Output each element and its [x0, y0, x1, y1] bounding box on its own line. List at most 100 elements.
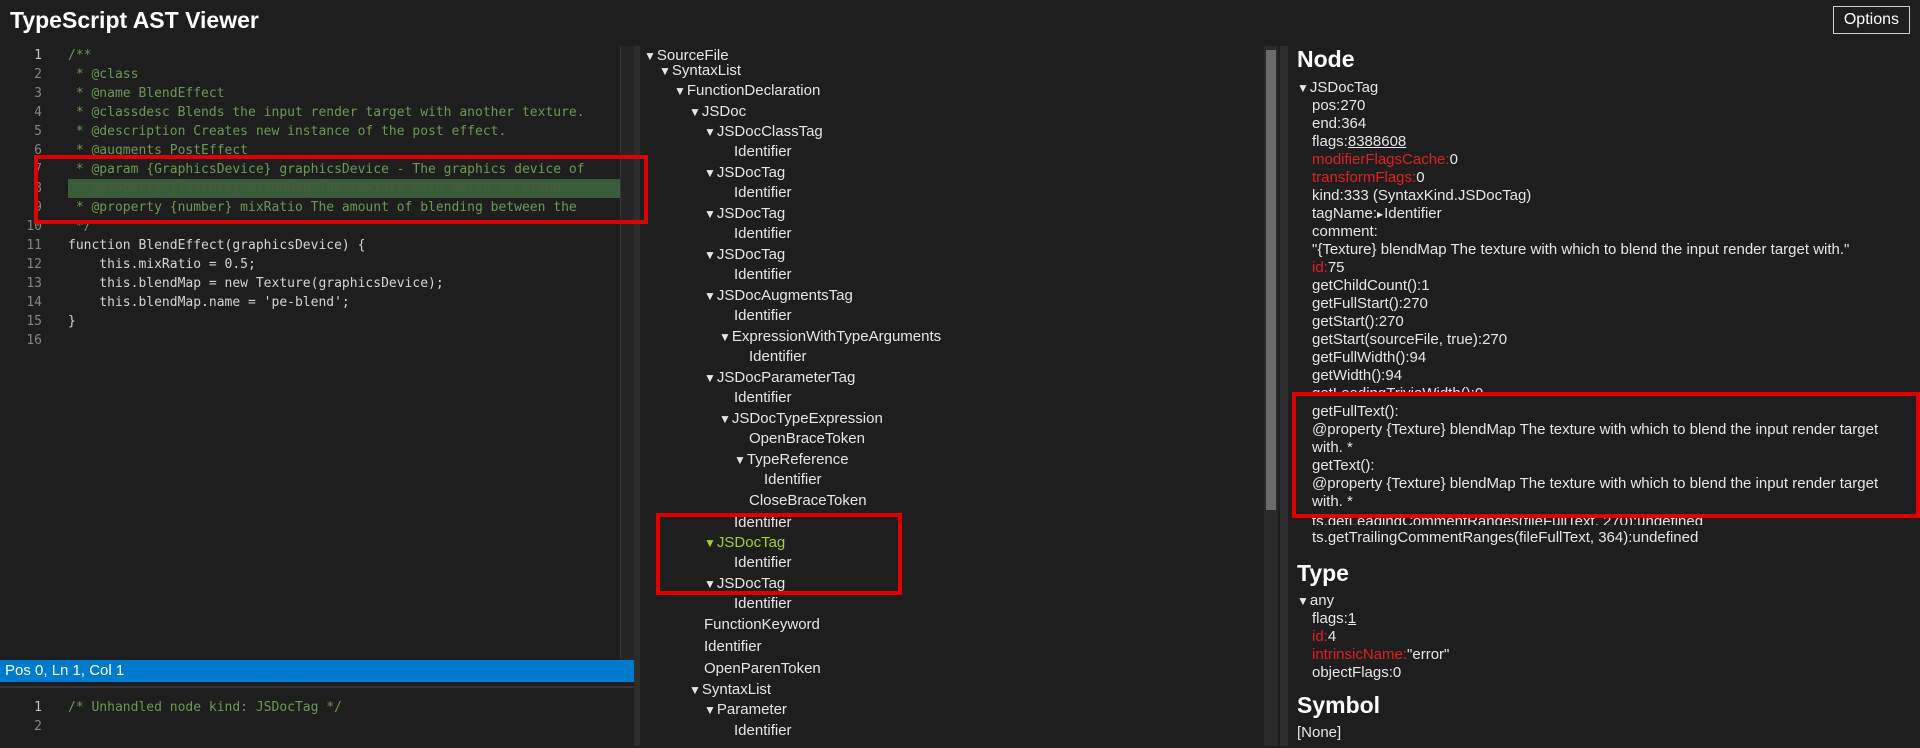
editor-scrollbar[interactable]: [620, 46, 635, 660]
tree-node[interactable]: OpenBraceToken: [749, 429, 865, 449]
tree-node[interactable]: Identifier: [734, 513, 792, 533]
code-line[interactable]: 16: [0, 331, 634, 350]
prop-tagname[interactable]: tagName:▸Identifier: [1312, 205, 1442, 223]
code-line[interactable]: 12 this.mixRatio = 0.5;: [0, 255, 634, 274]
code-line-selected[interactable]: 9 * @property {number} mixRatio The amou…: [0, 198, 634, 217]
tree-node[interactable]: CloseBraceToken: [749, 491, 867, 511]
code-line[interactable]: 15}: [0, 312, 634, 331]
chevron-down-icon: ▼: [719, 330, 731, 344]
options-button[interactable]: Options: [1832, 6, 1910, 34]
tree-node-label: Identifier: [734, 514, 792, 531]
code-line[interactable]: 10 */: [0, 217, 634, 236]
tree-node[interactable]: OpenParenToken: [704, 659, 821, 679]
output-line[interactable]: 2: [0, 717, 634, 736]
prop-get-width: getWidth():94: [1312, 367, 1403, 384]
tree-node-label: CloseBraceToken: [749, 492, 867, 509]
tree-node-label: JSDocTag: [716, 575, 786, 592]
tree-node[interactable]: ▼JSDocTag: [704, 163, 785, 183]
code-line[interactable]: 5 * @description Creates new instance of…: [0, 122, 634, 141]
tree-node[interactable]: ▼JSDocAugmentsTag: [704, 286, 853, 306]
tree-node[interactable]: ▼JSDocTag: [704, 574, 785, 594]
line-text: }: [68, 314, 76, 329]
code-area[interactable]: 1 /** 2 * @class 3 * @name BlendEffect 4 …: [0, 46, 635, 660]
tree-node[interactable]: Identifier: [734, 265, 792, 285]
line-text: * @augments PostEffect: [68, 143, 249, 158]
line-number: 3: [34, 86, 42, 101]
code-line[interactable]: 4 * @classdesc Blends the input render t…: [0, 103, 634, 122]
tree-node[interactable]: Identifier: [734, 553, 792, 573]
tree-node-label: SyntaxList: [671, 62, 742, 79]
code-line[interactable]: 7 * @param {GraphicsDevice} graphicsDevi…: [0, 160, 634, 179]
code-line[interactable]: 3 * @name BlendEffect: [0, 84, 634, 103]
code-line[interactable]: 2 * @class: [0, 65, 634, 84]
tree-node[interactable]: Identifier: [734, 388, 792, 408]
ast-tree[interactable]: ▼SourceFile ▼SyntaxList ▼FunctionDeclarati…: [640, 46, 1260, 746]
tree-node[interactable]: ▼JSDocTag: [704, 204, 785, 224]
tree-node[interactable]: Identifier: [734, 306, 792, 326]
tree-node-label: JSDocTypeExpression: [731, 410, 883, 427]
tree-node[interactable]: ▼ExpressionWithTypeArguments: [719, 327, 941, 347]
tree-node[interactable]: ▼JSDocTag: [704, 533, 785, 553]
tree-node-label: JSDocTag: [716, 534, 786, 551]
tree-node[interactable]: Identifier: [734, 142, 792, 162]
tree-node-label: SyntaxList: [701, 681, 772, 698]
tree-node[interactable]: ▼JSDocClassTag: [704, 122, 823, 142]
tree-node-label: JSDocParameterTag: [716, 369, 856, 386]
prop-trailing-comment-ranges: ts.getTrailingCommentRanges(fileFullText…: [1312, 529, 1699, 546]
chevron-down-icon: ▼: [704, 536, 716, 550]
code-line-selected[interactable]: 8 * @property {Texture} blendMap The tex…: [0, 179, 634, 198]
type-kind-toggle[interactable]: ▼any: [1297, 592, 1334, 610]
node-kind-toggle[interactable]: ▼JSDocTag: [1297, 79, 1378, 97]
line-text: * @name BlendEffect: [68, 86, 225, 101]
line-text: * @property {Texture} blendMap The textu…: [68, 179, 626, 198]
tree-node[interactable]: Identifier: [764, 470, 822, 490]
symbol-section-title: Symbol: [1297, 692, 1381, 718]
tree-node-label: JSDocAugmentsTag: [716, 287, 853, 304]
output-editor[interactable]: 1 /* Unhandled node kind: JSDocTag */ 2: [0, 686, 634, 748]
line-text: this.mixRatio = 0.5;: [68, 257, 256, 272]
tree-node-label: ExpressionWithTypeArguments: [731, 328, 942, 345]
tree-node[interactable]: ▼JSDocTypeExpression: [719, 409, 883, 429]
tree-node-label: JSDocClassTag: [716, 123, 823, 140]
line-text: */: [68, 219, 92, 234]
pane-splitter[interactable]: [1280, 46, 1288, 746]
tree-node[interactable]: ▼TypeReference: [734, 450, 849, 470]
prop-leading-comment-ranges: ts.getLeadingCommentRanges(fileFullText,…: [1312, 513, 1704, 525]
line-text: * @property {number} mixRatio The amount…: [68, 200, 577, 215]
chevron-down-icon: ▼: [704, 248, 716, 262]
type-flags[interactable]: flags:1: [1312, 610, 1356, 628]
prop-id: id:75: [1312, 259, 1345, 276]
tree-node[interactable]: ▼JSDocParameterTag: [704, 368, 855, 388]
chevron-down-icon: ▼: [719, 412, 731, 426]
tree-scrollbar[interactable]: [1264, 46, 1278, 746]
chevron-down-icon: ▼: [644, 49, 656, 63]
tree-node[interactable]: Identifier: [734, 721, 792, 741]
tree-node[interactable]: ▼Parameter: [704, 700, 787, 720]
tree-node-label: Identifier: [734, 389, 792, 406]
tree-node[interactable]: Identifier: [734, 594, 792, 614]
code-editor[interactable]: 1 /** 2 * @class 3 * @name BlendEffect 4 …: [0, 46, 635, 748]
code-line[interactable]: 11 function BlendEffect(graphicsDevice) {: [0, 236, 634, 255]
line-number: 1: [34, 700, 42, 715]
tree-node[interactable]: ▼FunctionDeclaration: [674, 81, 820, 101]
tree-node-label: Identifier: [764, 471, 822, 488]
prop-flags[interactable]: flags:8388608: [1312, 133, 1406, 151]
code-line[interactable]: 14 this.blendMap.name = 'pe-blend';: [0, 293, 634, 312]
output-line[interactable]: 1 /* Unhandled node kind: JSDocTag */: [0, 698, 634, 717]
tree-node[interactable]: ▼SyntaxList: [659, 61, 741, 81]
code-line[interactable]: 6 * @augments PostEffect: [0, 141, 634, 160]
tree-node[interactable]: ▼JSDoc: [689, 102, 746, 122]
code-line[interactable]: 13 this.blendMap = new Texture(graphicsD…: [0, 274, 634, 293]
tree-node[interactable]: Identifier: [734, 183, 792, 203]
tree-node[interactable]: FunctionKeyword: [704, 615, 820, 635]
line-number: 11: [26, 238, 42, 253]
tree-scrollbar-thumb[interactable]: [1266, 50, 1276, 510]
tree-node[interactable]: ▼SyntaxList: [689, 680, 771, 700]
tree-node[interactable]: Identifier: [704, 637, 762, 657]
properties-panel: Node ▼JSDocTag pos:270 end:364 flags:838…: [1290, 46, 1920, 746]
tree-node[interactable]: Identifier: [734, 224, 792, 244]
type-object-flags: objectFlags:0: [1312, 664, 1402, 681]
tree-node[interactable]: ▼JSDocTag: [704, 245, 785, 265]
tree-node[interactable]: Identifier: [749, 347, 807, 367]
code-line[interactable]: 1 /**: [0, 46, 634, 65]
